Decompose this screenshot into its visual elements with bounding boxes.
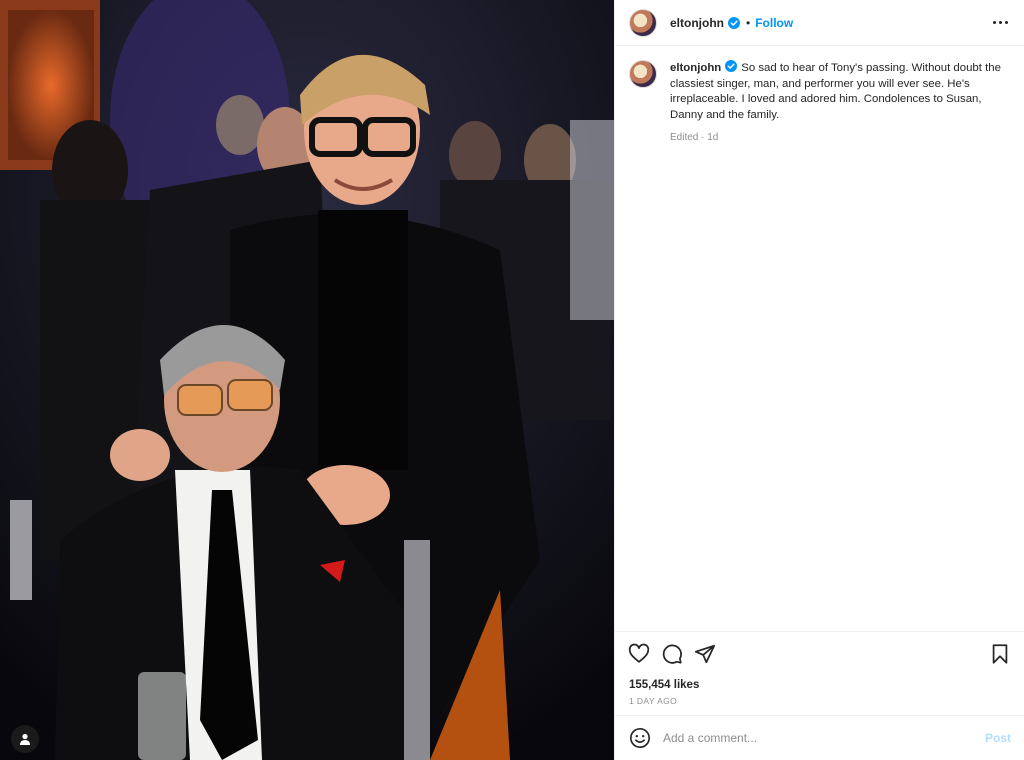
comment-icon[interactable] [661,643,683,665]
emoji-icon[interactable] [629,727,651,749]
follow-button[interactable]: Follow [755,16,793,30]
username-link[interactable]: eltonjohn [670,16,724,30]
header-separator: • [746,15,751,30]
likes-count[interactable]: 155,454 likes [615,679,1024,691]
share-icon[interactable] [694,643,716,665]
avatar[interactable] [629,8,657,37]
caption: eltonjohn So sad to hear of Tony's passin… [629,60,1010,146]
post-header: eltonjohn • Follow [615,0,1024,46]
comment-input[interactable] [663,731,985,745]
caption-meta: Edited · 1d [670,132,719,143]
heart-icon[interactable] [628,643,650,665]
more-icon [993,21,1008,24]
comments-section: eltonjohn So sad to hear of Tony's passin… [615,46,1024,632]
caption-username[interactable]: eltonjohn [670,62,721,74]
bookmark-icon[interactable] [989,643,1011,665]
verified-badge-icon [728,16,740,29]
caption-avatar[interactable] [629,60,657,88]
post-date[interactable]: 1 DAY AGO [615,696,1024,706]
more-options-button[interactable] [991,15,1010,30]
post-details-panel: eltonjohn • Follow eltonjohn So sad to he… [614,0,1024,760]
post-image[interactable] [0,0,614,760]
comment-bar: Post [615,715,1024,760]
verified-badge-icon [725,60,738,72]
user-tag-icon [20,733,30,745]
user-tag-button[interactable] [11,725,39,753]
caption-text-block: eltonjohn So sad to hear of Tony's passin… [670,60,1010,146]
photo-illustration [0,0,614,760]
post-comment-button[interactable]: Post [985,731,1011,745]
action-bar [615,632,1024,676]
